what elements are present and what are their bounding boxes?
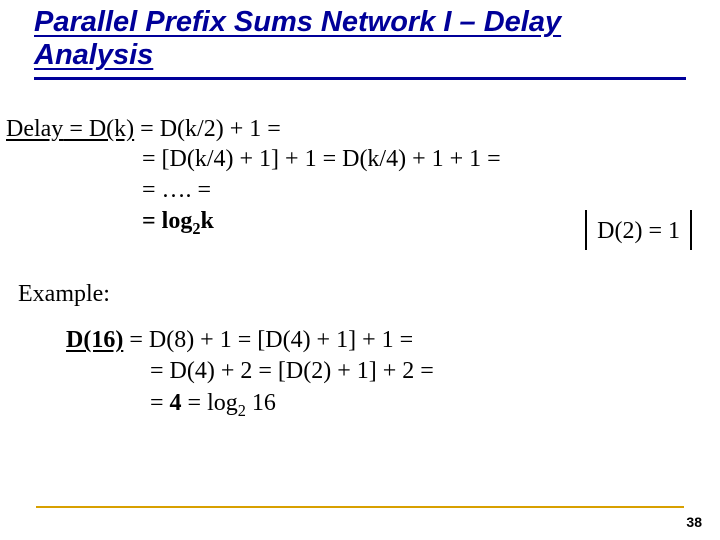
title-block: Parallel Prefix Sums Network I – Delay A… xyxy=(0,0,674,73)
example-l1-right: = D(8) + 1 = [D(4) + 1] + 1 = xyxy=(123,327,413,353)
delay-eq4-prefix: = log xyxy=(142,208,192,234)
example-l3-d: 16 xyxy=(246,390,276,416)
body: Delay = D(k) = D(k/2) + 1 = = [D(k/4) + … xyxy=(0,80,720,419)
delay-line-3: = …. = xyxy=(6,175,702,206)
example-derivation: D(16) = D(8) + 1 = [D(4) + 1] + 1 = = D(… xyxy=(66,325,702,419)
example-line-3: = 4 = log2 16 xyxy=(66,388,702,419)
base-case-box: D(2) = 1 xyxy=(585,210,692,251)
delay-eq4-suffix: k xyxy=(201,208,214,234)
slide-title: Parallel Prefix Sums Network I – Delay A… xyxy=(34,6,674,73)
page-number: 38 xyxy=(686,514,702,530)
footer-rule xyxy=(36,506,684,508)
delay-derivation: Delay = D(k) = D(k/2) + 1 = = [D(k/4) + … xyxy=(6,114,702,237)
example-l3-a: = xyxy=(150,390,170,416)
example-l3-b: 4 xyxy=(170,390,182,416)
example-line-2: = D(4) + 2 = [D(2) + 1] + 2 = xyxy=(66,356,702,387)
delay-eq1-left: = D(k) xyxy=(63,116,134,142)
example-l1-left: D(16) xyxy=(66,327,123,353)
delay-line-1: Delay = D(k) = D(k/2) + 1 = xyxy=(6,114,702,145)
example-line-1: D(16) = D(8) + 1 = [D(4) + 1] + 1 = xyxy=(66,325,702,356)
slide: Parallel Prefix Sums Network I – Delay A… xyxy=(0,0,720,540)
delay-eq1-right: = D(k/2) + 1 = xyxy=(134,116,281,142)
example-l3-sub: 2 xyxy=(238,400,246,419)
example-label: Example: xyxy=(18,279,702,310)
delay-label: Delay xyxy=(6,116,63,142)
example-l3-c: = log xyxy=(182,390,238,416)
delay-line-2: = [D(k/4) + 1] + 1 = D(k/4) + 1 + 1 = xyxy=(6,144,702,175)
delay-eq4-sub: 2 xyxy=(192,219,200,238)
